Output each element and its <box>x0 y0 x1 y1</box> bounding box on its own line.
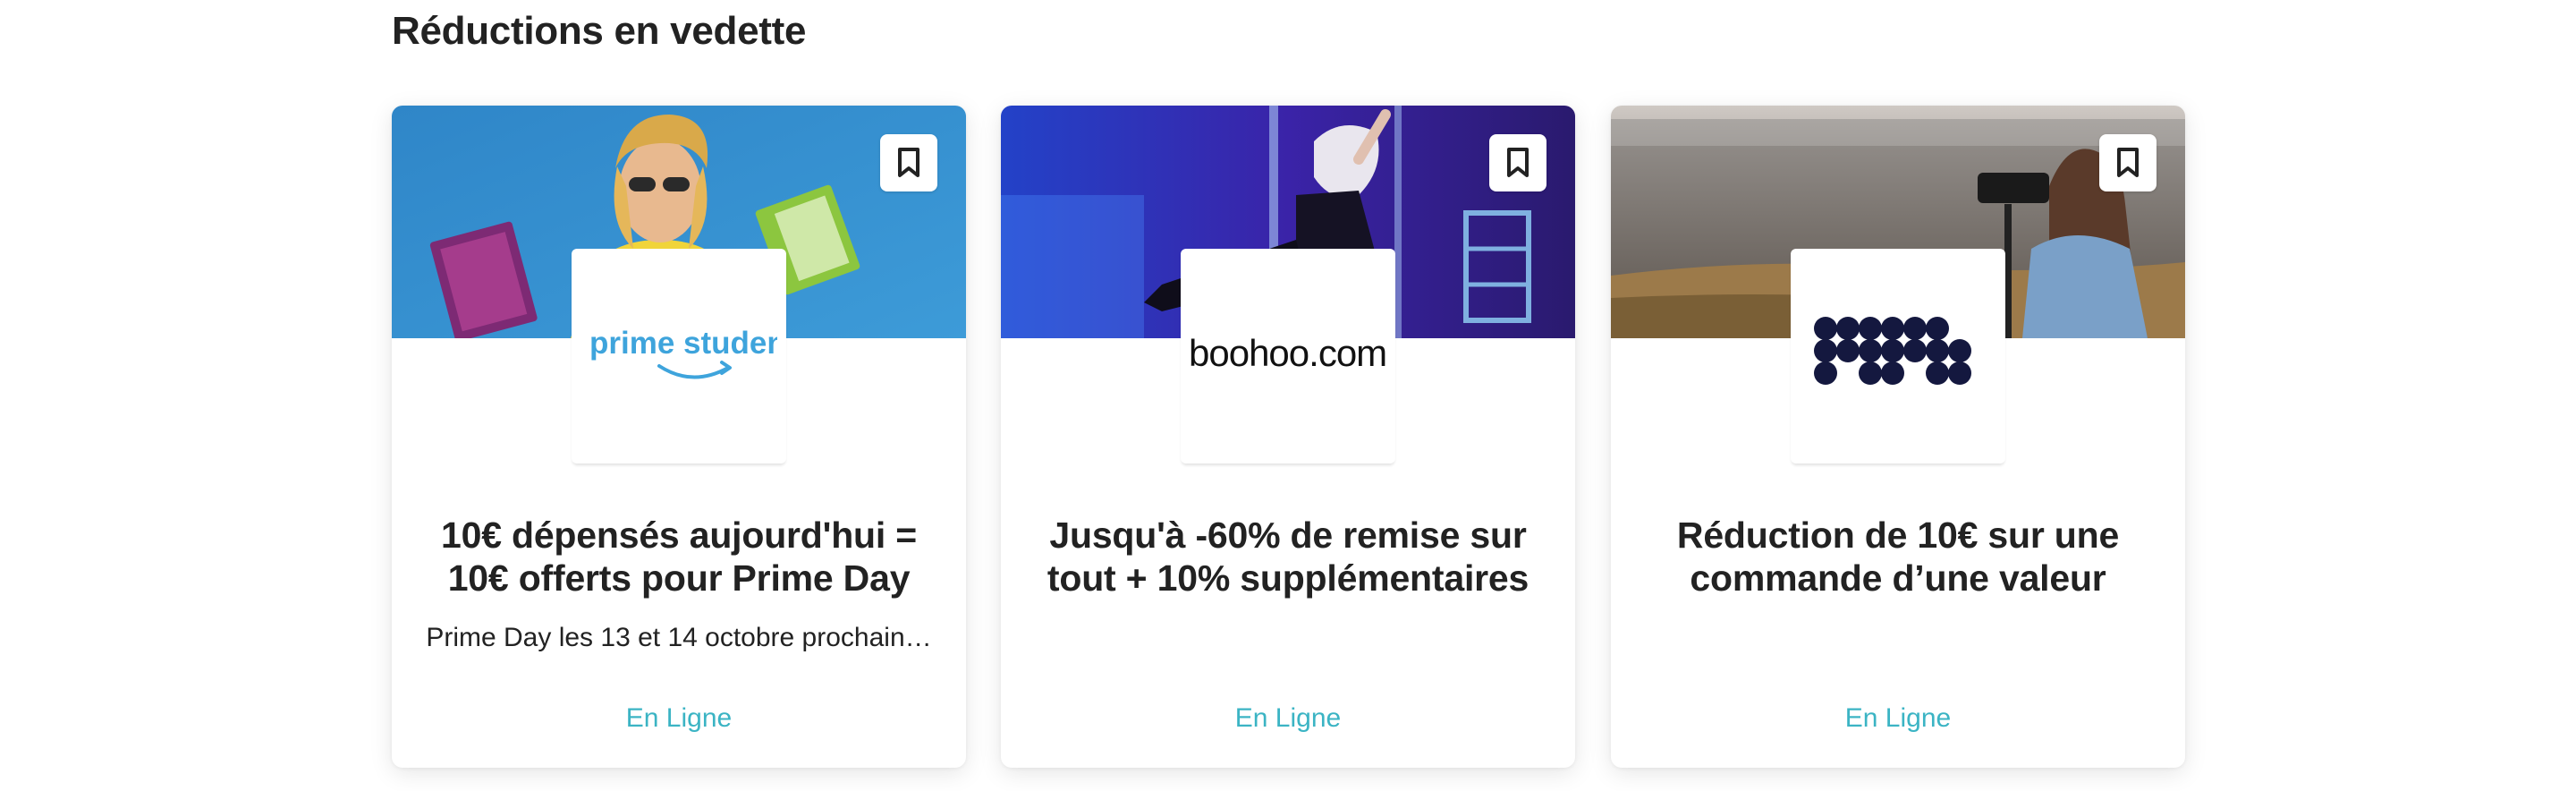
dots-logo-icon <box>1814 317 1971 385</box>
bookmark-icon <box>2117 148 2139 177</box>
deal-card[interactable]: Réduction de 10€ sur une commande d’une … <box>1611 106 2185 768</box>
deal-title: Réduction de 10€ sur une commande d’une … <box>1676 515 2120 599</box>
bookmark-icon <box>898 148 919 177</box>
deal-card[interactable]: boohoo.com Jusqu'à -60% de remise sur to… <box>1001 106 1575 768</box>
brand-logo: prime student <box>572 249 786 464</box>
deal-online-link[interactable]: En Ligne <box>392 703 966 734</box>
brand-logo-text: boohoo.com <box>1189 332 1386 374</box>
brand-logo <box>1791 249 2005 464</box>
deal-card[interactable]: prime student 10€ dépensés aujourd'hui =… <box>392 106 966 768</box>
bookmark-icon <box>1507 148 1529 177</box>
deal-title: 10€ dépensés aujourd'hui = 10€ offerts p… <box>440 515 918 599</box>
brand-logo: boohoo.com <box>1181 249 1395 464</box>
featured-deals-section: Réductions en vedette prime student 10€ … <box>0 0 2576 791</box>
brand-logo-text: prime student <box>589 326 777 361</box>
bookmark-button[interactable] <box>880 134 937 191</box>
deal-title: Jusqu'à -60% de remise sur tout + 10% su… <box>1046 515 1530 599</box>
section-title: Réductions en vedette <box>392 9 807 53</box>
deal-online-link[interactable]: En Ligne <box>1611 703 2185 734</box>
deal-online-link[interactable]: En Ligne <box>1001 703 1575 734</box>
bookmark-button[interactable] <box>1489 134 1546 191</box>
deal-description: Prime Day les 13 et 14 octobre prochain… <box>426 623 932 652</box>
bookmark-button[interactable] <box>2099 134 2157 191</box>
